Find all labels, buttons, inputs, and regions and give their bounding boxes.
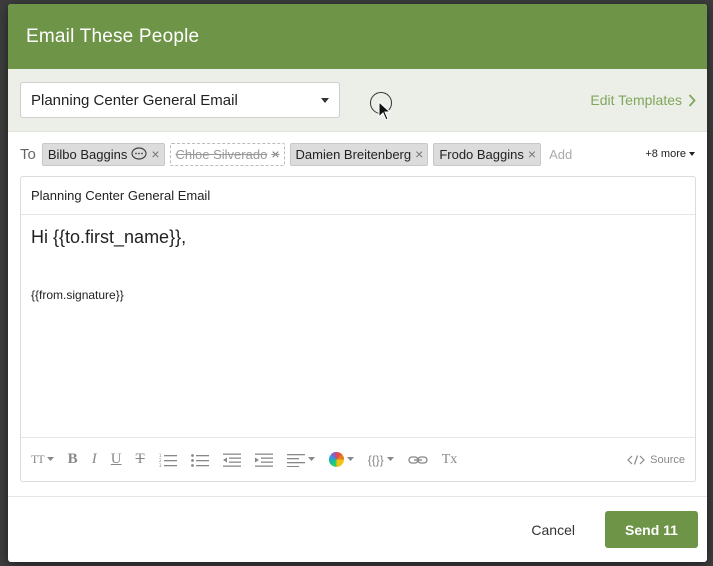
edit-templates-label: Edit Templates — [590, 92, 682, 108]
outdent-button[interactable] — [222, 448, 241, 472]
recipient-name: Chloe Silverado — [175, 146, 268, 162]
subject-value: Planning Center General Email — [31, 188, 211, 203]
to-label: To — [20, 145, 36, 163]
ordered-list-icon: 1 2 3 — [159, 453, 177, 467]
modal-title: Email These People — [26, 25, 200, 47]
template-bar: Planning Center General Email Edit Templ… — [8, 69, 707, 132]
bullet-list-icon — [190, 453, 209, 467]
bold-button[interactable]: B — [68, 448, 78, 472]
subject-field[interactable]: Planning Center General Email — [21, 177, 695, 215]
font-size-button[interactable]: TT — [31, 448, 54, 472]
link-icon — [408, 455, 428, 464]
remove-icon[interactable]: × — [151, 147, 159, 161]
outdent-icon — [222, 453, 241, 467]
source-label: Source — [650, 453, 685, 466]
remove-icon[interactable]: × — [415, 147, 423, 161]
indent-icon — [254, 453, 273, 467]
email-body[interactable]: Hi {{to.first_name}}, {{from.signature}} — [21, 215, 695, 437]
recipient-name: Bilbo Baggins — [47, 146, 128, 162]
merge-field-icon: {{}} — [367, 452, 384, 467]
caret-down-icon — [321, 97, 329, 103]
clear-format-button[interactable]: Tx — [442, 448, 458, 472]
recipient-chip[interactable]: Damien Breitenberg × — [289, 142, 429, 166]
strikethrough-button[interactable]: T — [136, 448, 145, 472]
remove-icon[interactable]: × — [528, 147, 536, 161]
modal-footer: Cancel Send 11 — [8, 496, 707, 562]
align-left-icon — [286, 453, 305, 467]
more-recipients-toggle[interactable]: +8 more — [645, 148, 695, 160]
email-editor: Planning Center General Email Hi {{to.fi… — [20, 176, 696, 482]
italic-button[interactable]: I — [92, 448, 97, 472]
signature-text: {{from.signature}} — [31, 288, 124, 302]
recipient-name: Damien Breitenberg — [295, 146, 412, 162]
cancel-button[interactable]: Cancel — [531, 522, 575, 538]
underline-button[interactable]: U — [111, 448, 122, 472]
underline-icon: U — [110, 451, 122, 467]
email-modal: Email These People Planning Center Gener… — [8, 4, 707, 562]
edit-templates-link[interactable]: Edit Templates — [590, 92, 696, 108]
send-button[interactable]: Send 11 — [605, 511, 698, 548]
modal-header: Email These People — [8, 4, 707, 69]
recipients-row: To Bilbo Baggins × Chloe Silverado × Dam… — [8, 132, 707, 176]
editor-toolbar: TT B I U T 1 2 3 {{}} Tx Source — [21, 437, 695, 481]
clear-format-icon: Tx — [441, 451, 458, 467]
link-button[interactable] — [408, 448, 428, 472]
caret-down-icon — [689, 152, 695, 156]
svg-text:3: 3 — [159, 463, 162, 467]
bullet-list-button[interactable] — [190, 448, 209, 472]
template-select-value: Planning Center General Email — [31, 91, 238, 109]
font-size-icon: TT — [31, 452, 45, 466]
source-button[interactable]: Source — [627, 454, 685, 466]
color-wheel-icon — [328, 452, 344, 467]
greeting-text: Hi {{to.first_name}}, — [31, 227, 187, 247]
recipient-chip[interactable]: Bilbo Baggins × — [41, 142, 165, 166]
code-icon — [627, 454, 645, 465]
chat-bubble-icon[interactable] — [131, 147, 147, 161]
recipient-name: Frodo Baggins — [439, 146, 524, 162]
bold-icon: B — [67, 451, 78, 467]
more-recipients-label: +8 more — [645, 148, 686, 160]
text-color-button[interactable] — [328, 448, 354, 472]
add-recipient-input[interactable]: Add — [549, 147, 572, 162]
strikethrough-icon: T — [135, 451, 145, 467]
ordered-list-button[interactable]: 1 2 3 — [159, 448, 177, 472]
recipient-chip[interactable]: Frodo Baggins × — [433, 142, 542, 166]
recipient-chip-excluded[interactable]: Chloe Silverado × — [169, 142, 285, 166]
indent-button[interactable] — [254, 448, 273, 472]
template-select[interactable]: Planning Center General Email — [20, 82, 340, 118]
mouse-cursor-icon — [378, 101, 392, 121]
merge-field-button[interactable]: {{}} — [368, 448, 394, 472]
remove-icon[interactable]: × — [271, 147, 279, 161]
chevron-right-icon — [688, 93, 696, 107]
align-button[interactable] — [286, 448, 315, 472]
italic-icon: I — [91, 451, 97, 467]
